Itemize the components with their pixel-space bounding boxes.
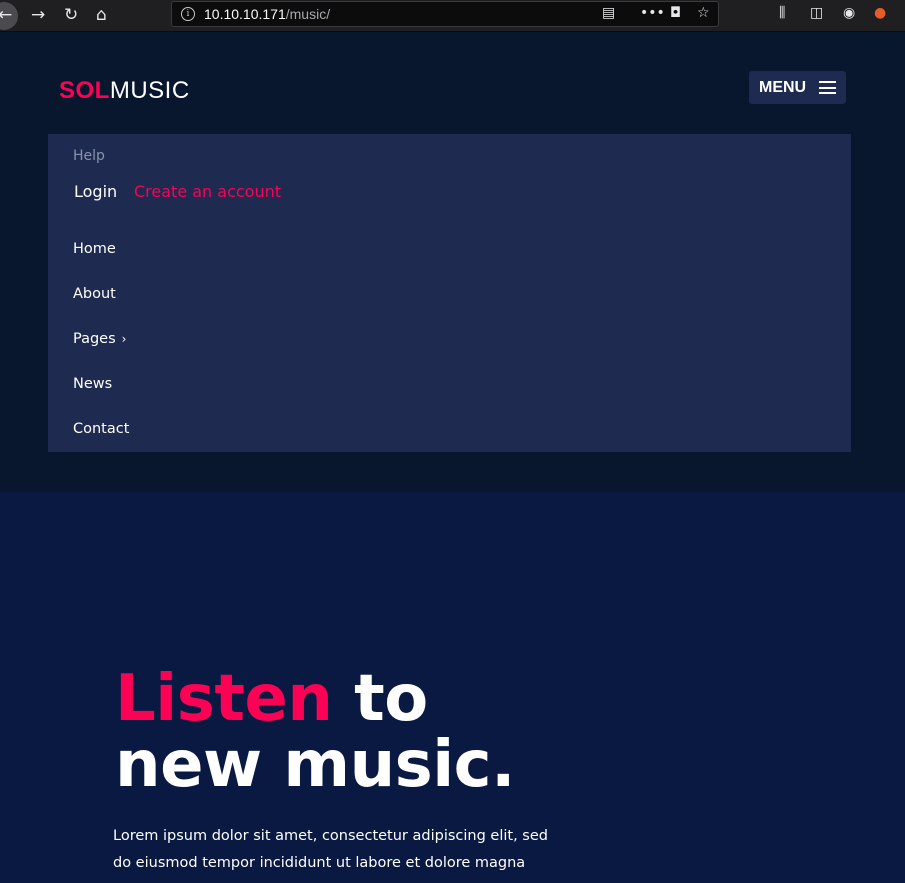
nav-item-label: Contact (73, 421, 130, 437)
url-path: /music/ (285, 6, 331, 22)
forward-arrow-icon[interactable]: → (31, 3, 45, 27)
nav-item-pages[interactable]: Pages › (73, 331, 126, 347)
nav-item-label: About (73, 286, 116, 302)
chevron-right-icon: › (121, 332, 127, 346)
extension-icon[interactable]: ● (874, 5, 886, 21)
nav-dropdown: Help Login Create an account Home About … (48, 134, 851, 452)
hero-title: Listen to new music. (115, 666, 515, 798)
nav-item-label: Pages (73, 331, 116, 347)
nav-item-label: Home (73, 241, 116, 257)
hero-title-accent: Listen (115, 662, 333, 736)
logo-accent: SOL (59, 77, 110, 104)
home-icon[interactable]: ⌂ (96, 3, 107, 27)
account-icon[interactable]: ◉ (843, 5, 855, 21)
hero-title-word: to (354, 662, 428, 736)
login-link[interactable]: Login (74, 182, 117, 201)
sidebar-icon[interactable]: ◫ (810, 5, 823, 21)
help-link[interactable]: Help (73, 148, 105, 164)
library-icon[interactable]: ⫼ (779, 5, 785, 21)
reload-icon[interactable]: ↻ (64, 3, 78, 27)
hero-description: Lorem ipsum dolor sit amet, consectetur … (113, 823, 583, 877)
nav-item-news[interactable]: News (73, 376, 112, 392)
hero-title-line2: new music. (115, 728, 515, 802)
logo-text: MUSIC (109, 77, 190, 104)
site-logo[interactable]: SOLMUSIC (59, 77, 190, 105)
hero-text-line: Lorem ipsum dolor sit amet, consectetur … (113, 828, 548, 844)
url-bar[interactable]: i 10.10.10.171/music/ ▤ ••• ◘ ☆ (171, 1, 719, 27)
nav-item-contact[interactable]: Contact (73, 421, 129, 437)
info-icon[interactable]: i (181, 7, 195, 21)
menu-button[interactable]: MENU (749, 71, 846, 104)
nav-item-label: News (73, 376, 113, 392)
back-arrow-icon[interactable]: ← (0, 3, 12, 27)
menu-label: MENU (759, 79, 807, 96)
hamburger-icon (819, 81, 836, 94)
browser-toolbar: ← → ↻ ⌂ i 10.10.10.171/music/ ▤ ••• ◘ ☆ … (0, 0, 905, 32)
url-text[interactable]: 10.10.10.171/music/ (204, 6, 330, 22)
page-actions-icon[interactable]: ••• (640, 5, 665, 21)
pocket-icon[interactable]: ◘ (670, 5, 681, 21)
nav-item-about[interactable]: About (73, 286, 116, 302)
create-account-link[interactable]: Create an account (134, 182, 281, 201)
bookmark-star-icon[interactable]: ☆ (697, 5, 710, 21)
nav-item-home[interactable]: Home (73, 241, 116, 257)
reader-view-icon[interactable]: ▤ (602, 5, 615, 21)
hero-text-line: do eiusmod tempor incididunt ut labore e… (113, 855, 526, 871)
url-host: 10.10.10.171 (204, 6, 286, 22)
